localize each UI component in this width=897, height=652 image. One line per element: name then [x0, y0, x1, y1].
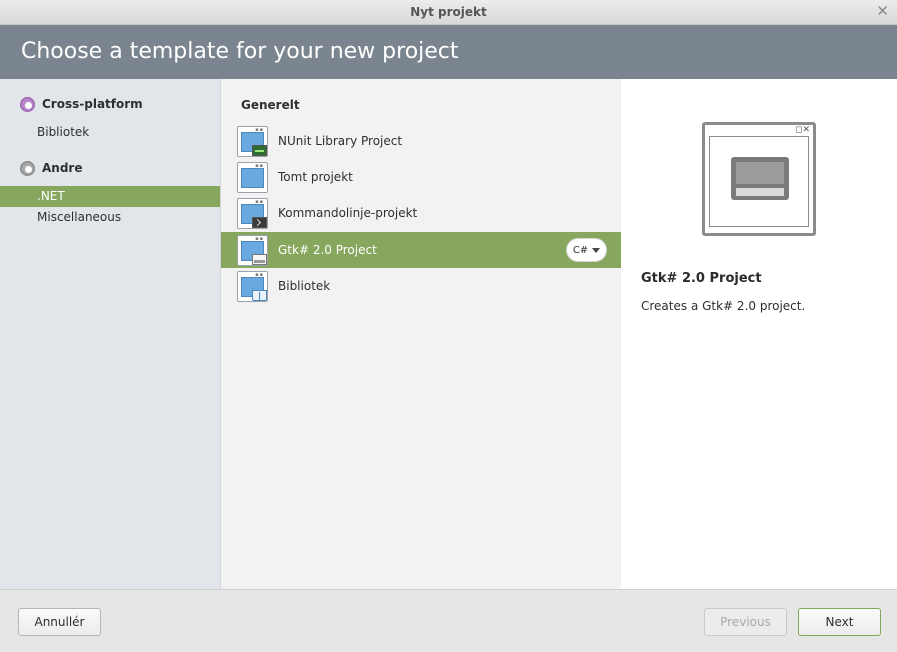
- dialog-header: Choose a template for your new project: [0, 25, 897, 79]
- template-library[interactable]: ▪▪ Bibliotek: [221, 268, 621, 304]
- dialog-footer: Annullér Previous Next: [0, 589, 897, 652]
- template-list: Generelt ▪▪ NUnit Library Project ▪▪ Tom…: [221, 79, 621, 589]
- details-title: Gtk# 2.0 Project: [641, 271, 762, 286]
- template-name: Kommandolinje-projekt: [278, 206, 418, 220]
- nunit-project-icon: ▪▪: [237, 125, 268, 157]
- template-gtk-project[interactable]: ▪▪ Gtk# 2.0 Project C#: [221, 232, 621, 268]
- header-title: Choose a template for your new project: [21, 39, 459, 64]
- previous-button[interactable]: Previous: [704, 608, 787, 636]
- title-bar: Nyt projekt ✕: [0, 0, 897, 25]
- details-description: Creates a Gtk# 2.0 project.: [641, 299, 806, 313]
- template-name: Tomt projekt: [278, 170, 353, 184]
- category-ring-icon: [20, 160, 35, 176]
- template-nunit-library[interactable]: ▪▪ NUnit Library Project: [221, 123, 621, 159]
- language-label: C#: [572, 244, 589, 256]
- cancel-button[interactable]: Annullér: [18, 608, 101, 636]
- next-button[interactable]: Next: [798, 608, 881, 636]
- gtk-window-preview-icon: ◻✕: [702, 122, 816, 236]
- sidebar-item-dotnet[interactable]: .NET: [0, 186, 220, 207]
- category-ring-icon: [20, 96, 35, 112]
- template-name: Bibliotek: [278, 279, 331, 293]
- sidebar-item-miscellaneous[interactable]: Miscellaneous: [0, 207, 220, 228]
- close-icon[interactable]: ✕: [876, 3, 889, 20]
- chevron-down-icon: [592, 247, 601, 253]
- template-name: NUnit Library Project: [278, 134, 403, 148]
- template-name: Gtk# 2.0 Project: [278, 243, 377, 257]
- preview-window-buttons: ◻✕: [794, 125, 810, 135]
- sidebar-item-bibliotek[interactable]: Bibliotek: [0, 122, 220, 143]
- category-sidebar: Cross-platform Bibliotek Andre .NET Misc…: [0, 79, 221, 589]
- category-label: Andre: [42, 161, 83, 175]
- category-label: Cross-platform: [42, 97, 143, 111]
- category-cross-platform[interactable]: Cross-platform: [20, 95, 143, 113]
- language-dropdown[interactable]: C#: [566, 238, 607, 262]
- category-andre[interactable]: Andre: [20, 159, 82, 177]
- console-project-icon: ▪▪: [237, 197, 268, 229]
- window-title: Nyt projekt: [410, 5, 487, 19]
- template-section-title: Generelt: [241, 98, 300, 112]
- template-console-project[interactable]: ▪▪ Kommandolinje-projekt: [221, 195, 621, 231]
- library-project-icon: ▪▪: [237, 270, 268, 302]
- gtk-project-icon: ▪▪: [237, 234, 268, 266]
- empty-project-icon: ▪▪: [237, 161, 268, 193]
- template-empty-project[interactable]: ▪▪ Tomt projekt: [221, 159, 621, 195]
- template-details: ◻✕ Gtk# 2.0 Project Creates a Gtk# 2.0 p…: [621, 79, 897, 589]
